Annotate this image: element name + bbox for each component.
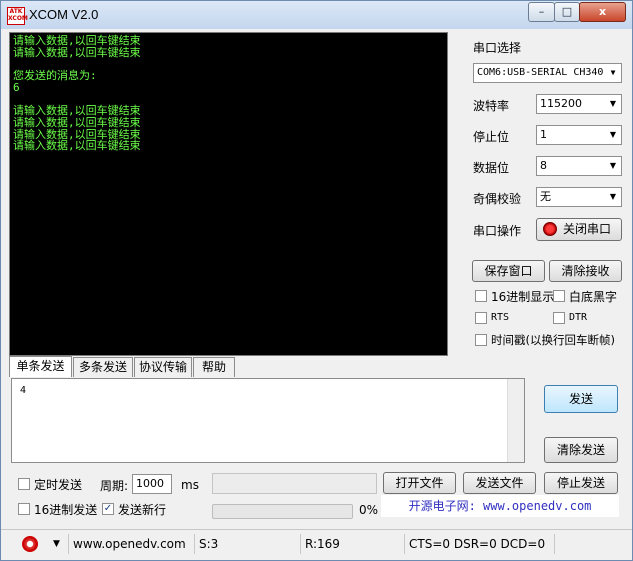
dtr-label: DTR bbox=[569, 312, 588, 323]
port-op-label: 串口操作 bbox=[473, 224, 522, 238]
chevron-down-icon[interactable]: ▼ bbox=[53, 539, 60, 549]
status-received: R:169 bbox=[300, 534, 404, 554]
file-path-field[interactable] bbox=[212, 473, 377, 494]
baud-label: 波特率 bbox=[473, 99, 510, 113]
chevron-down-icon: ▼ bbox=[605, 126, 621, 144]
stopbit-value: 1 bbox=[540, 128, 547, 141]
settings-gear-icon[interactable] bbox=[22, 536, 38, 552]
baud-select[interactable]: 115200 ▼ bbox=[536, 94, 622, 114]
rts-checkbox[interactable] bbox=[475, 312, 487, 324]
window-title: XCOM V2.0 bbox=[29, 7, 99, 22]
timed-send-checkbox[interactable] bbox=[18, 478, 30, 490]
tab-help[interactable]: 帮助 bbox=[193, 357, 235, 377]
progress-text: 0% bbox=[359, 503, 379, 517]
hex-display-checkbox[interactable] bbox=[475, 290, 487, 302]
parity-value: 无 bbox=[540, 190, 551, 203]
stopbit-select[interactable]: 1 ▼ bbox=[536, 125, 622, 145]
minimize-button[interactable]: – bbox=[528, 2, 555, 22]
dtr-checkbox[interactable] bbox=[553, 312, 565, 324]
baud-value: 115200 bbox=[540, 97, 582, 110]
close-port-button[interactable]: 关闭串口 bbox=[536, 218, 622, 241]
timed-send-label: 定时发送 bbox=[34, 478, 83, 492]
chevron-down-icon: ▼ bbox=[605, 188, 621, 206]
databit-select[interactable]: 8 ▼ bbox=[536, 156, 622, 176]
tab-single-send[interactable]: 单条发送 bbox=[9, 356, 72, 377]
period-unit: ms bbox=[181, 478, 199, 492]
clear-send-button[interactable]: 清除发送 bbox=[544, 437, 618, 463]
app-logo: ATK XCOM bbox=[7, 7, 28, 25]
status-url[interactable]: www.openedv.com bbox=[68, 534, 194, 554]
white-bg-label: 白底黑字 bbox=[569, 290, 618, 304]
tab-multi-send[interactable]: 多条发送 bbox=[73, 357, 133, 377]
timestamp-label: 时间戳(以换行回车断帧) bbox=[491, 333, 615, 347]
main-window: ATK XCOM XCOM V2.0 – □ x 请输入数据,以回车键结束 请输入… bbox=[0, 0, 633, 561]
hex-send-checkbox[interactable] bbox=[18, 503, 30, 515]
timestamp-checkbox[interactable] bbox=[475, 334, 487, 346]
close-port-label: 关闭串口 bbox=[563, 222, 612, 236]
open-file-button[interactable]: 打开文件 bbox=[383, 472, 456, 494]
stop-send-button[interactable]: 停止发送 bbox=[544, 472, 618, 494]
send-newline-label: 发送新行 bbox=[118, 503, 167, 517]
status-sent: S:3 bbox=[194, 534, 300, 554]
send-progress-bar bbox=[212, 504, 353, 519]
parity-label: 奇偶校验 bbox=[473, 192, 522, 206]
status-bar: ▼ www.openedv.com S:3 R:169 CTS=0 DSR=0 … bbox=[1, 529, 632, 558]
send-newline-checkbox[interactable]: ✓ bbox=[102, 503, 114, 515]
chevron-down-icon: ▼ bbox=[605, 95, 621, 113]
close-button[interactable]: x bbox=[579, 2, 626, 22]
send-input-value: 4 bbox=[20, 385, 27, 396]
stopbit-label: 停止位 bbox=[473, 130, 510, 144]
clear-receive-button[interactable]: 清除接收 bbox=[549, 260, 622, 282]
hex-send-label: 16进制发送 bbox=[34, 503, 98, 517]
send-file-button[interactable]: 发送文件 bbox=[463, 472, 536, 494]
period-label: 周期: bbox=[100, 479, 129, 493]
send-scrollbar[interactable] bbox=[507, 379, 524, 462]
maximize-button[interactable]: □ bbox=[554, 2, 580, 22]
rts-label: RTS bbox=[491, 312, 510, 323]
status-lines: CTS=0 DSR=0 DCD=0 bbox=[404, 534, 554, 554]
send-button[interactable]: 发送 bbox=[544, 385, 618, 413]
white-bg-checkbox[interactable] bbox=[553, 290, 565, 302]
terminal-text: 请输入数据,以回车键结束 请输入数据,以回车键结束 您发送的消息为: 6 请输入… bbox=[13, 34, 141, 153]
period-input[interactable]: 1000 bbox=[132, 474, 172, 494]
hex-display-label: 16进制显示 bbox=[491, 290, 555, 304]
save-window-button[interactable]: 保存窗口 bbox=[472, 260, 545, 282]
tab-protocol[interactable]: 协议传输 bbox=[134, 357, 192, 377]
chevron-down-icon: ▼ bbox=[605, 157, 621, 175]
chevron-down-icon: ▼ bbox=[605, 64, 621, 82]
status-light-icon bbox=[543, 222, 557, 236]
website-banner[interactable]: 开源电子网: www.openedv.com bbox=[381, 495, 619, 517]
port-select-value: COM6:USB-SERIAL CH340 bbox=[477, 67, 604, 78]
port-select-label: 串口选择 bbox=[473, 41, 522, 55]
send-input[interactable]: 4 bbox=[11, 378, 525, 463]
databit-value: 8 bbox=[540, 159, 547, 172]
receive-terminal[interactable]: 请输入数据,以回车键结束 请输入数据,以回车键结束 您发送的消息为: 6 请输入… bbox=[9, 32, 448, 356]
databit-label: 数据位 bbox=[473, 161, 510, 175]
status-empty bbox=[554, 534, 632, 554]
port-select[interactable]: COM6:USB-SERIAL CH340 ▼ bbox=[473, 63, 622, 83]
parity-select[interactable]: 无 ▼ bbox=[536, 187, 622, 207]
title-bar: ATK XCOM XCOM V2.0 – □ x bbox=[1, 1, 632, 29]
